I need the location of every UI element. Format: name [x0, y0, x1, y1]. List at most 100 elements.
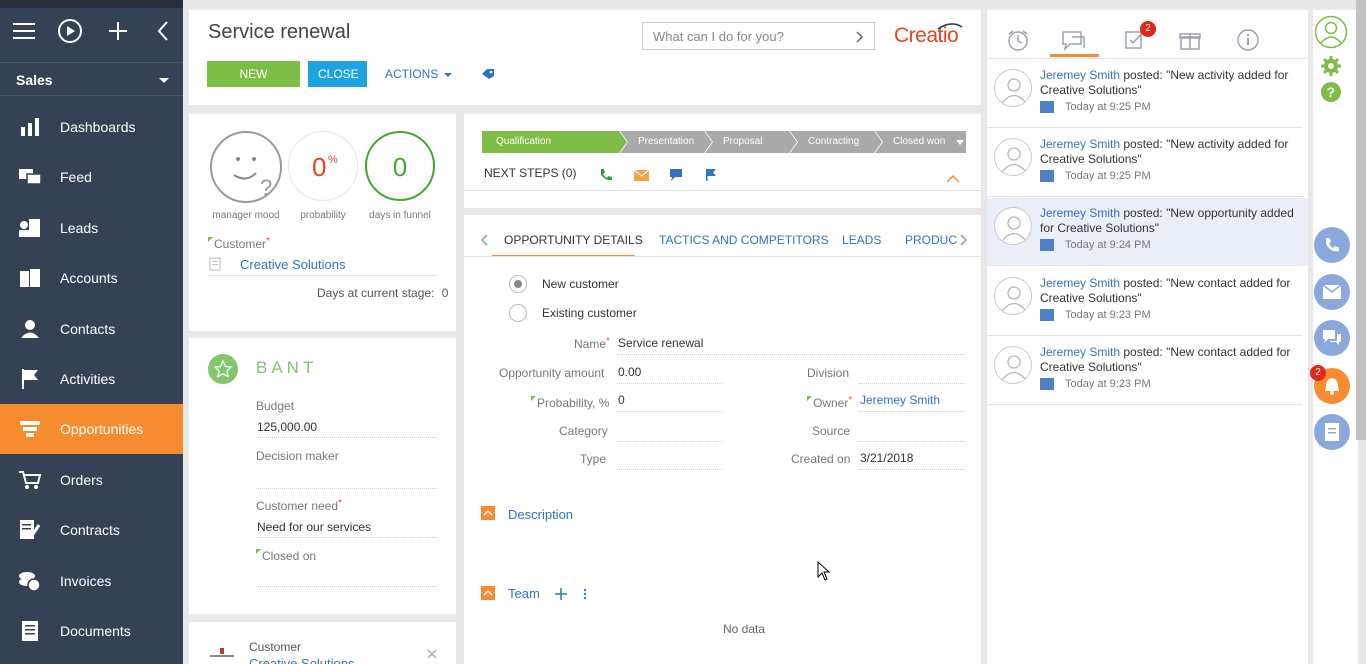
summary-card: ? manager mood 0 % probability 0 days in… — [189, 114, 456, 331]
decision-maker-field[interactable] — [256, 488, 437, 489]
probability-field-value[interactable]: 0 — [618, 393, 625, 407]
name-value[interactable]: Service renewal — [618, 336, 703, 350]
add-team-member-icon[interactable] — [555, 588, 567, 600]
call-icon[interactable] — [598, 167, 614, 183]
sidebar-item-contacts[interactable]: Contacts — [0, 304, 183, 354]
settings-gear-icon[interactable] — [1320, 55, 1342, 77]
sidebar-item-feed[interactable]: Feed — [0, 152, 183, 202]
tab-leads[interactable]: LEADS — [842, 233, 881, 247]
chat-panel-button[interactable] — [1314, 320, 1350, 356]
manager-mood-widget[interactable]: ? — [210, 131, 282, 203]
sidebar-item-dashboards[interactable]: Dashboards — [0, 102, 183, 152]
info-icon[interactable] — [1236, 29, 1260, 51]
reminders-icon[interactable] — [1006, 29, 1030, 51]
feed-item-author[interactable]: Jeremey Smith — [1040, 137, 1120, 151]
feed-item-author[interactable]: Jeremey Smith — [1040, 68, 1120, 82]
sidebar-item-activities[interactable]: Activities — [0, 354, 183, 404]
description-group[interactable]: Description — [508, 507, 573, 522]
sidebar-item-orders[interactable]: Orders — [0, 455, 183, 505]
feed-item[interactable]: Jeremey Smith posted: "New opportunity a… — [987, 198, 1308, 266]
feed-item[interactable]: Jeremey Smith posted: "New contact added… — [987, 268, 1308, 336]
stage-contracting[interactable]: Contracting — [794, 131, 878, 153]
owner-link[interactable]: Jeremey Smith — [860, 393, 940, 407]
actions-dropdown[interactable]: ACTIONS — [385, 67, 452, 81]
customer-need-value[interactable]: Need for our services — [257, 520, 371, 534]
documents-icon — [0, 620, 60, 642]
feed-item[interactable]: Jeremey Smith posted: "New activity adde… — [987, 129, 1308, 197]
sidebar-item-accounts[interactable]: Accounts — [0, 253, 183, 303]
document-panel-button[interactable] — [1314, 414, 1350, 450]
source-field[interactable] — [859, 441, 965, 442]
stage-proposal[interactable]: Proposal — [709, 131, 793, 153]
radio-selected-dot — [514, 280, 522, 288]
command-search[interactable]: What can I do for you? — [642, 22, 875, 50]
division-field[interactable] — [859, 383, 965, 384]
play-icon[interactable] — [57, 18, 83, 44]
tabs-scroll-left-icon[interactable] — [480, 234, 488, 246]
new-customer-radio[interactable] — [509, 275, 527, 293]
menu-icon[interactable] — [11, 18, 37, 44]
days-label: days in funnel — [369, 210, 431, 221]
category-field[interactable] — [617, 441, 722, 442]
comment-icon — [1040, 170, 1054, 182]
mini-customer-link[interactable]: Creative Solutions — [249, 656, 355, 664]
stage-closed-won[interactable]: Closed won — [879, 131, 957, 153]
svg-text:?: ? — [260, 175, 272, 200]
feed-item-author[interactable]: Jeremey Smith — [1040, 206, 1120, 220]
stage-presentation[interactable]: Presentation — [624, 131, 708, 153]
sidebar-item-contracts[interactable]: Contracts — [0, 505, 183, 555]
gift-icon[interactable] — [1179, 29, 1201, 51]
new-order-button[interactable]: NEW ORDER — [207, 61, 300, 107]
feed-item-author[interactable]: Jeremey Smith — [1040, 276, 1120, 290]
tag-icon[interactable] — [481, 68, 495, 80]
tab-products[interactable]: PRODUCTS — [905, 233, 957, 247]
sidebar-item-leads[interactable]: Leads — [0, 203, 183, 253]
existing-customer-radio[interactable] — [509, 304, 527, 322]
profile-icon[interactable] — [1314, 15, 1348, 49]
probability-field-label: Probability, % — [531, 396, 609, 410]
created-on-value[interactable]: 3/21/2018 — [860, 451, 913, 465]
sidebar-item-opportunities[interactable]: Opportunities — [0, 404, 183, 454]
workplace-selector[interactable]: Sales — [0, 62, 183, 96]
tab-tactics-and-competitors[interactable]: TACTICS AND COMPETITORS — [659, 233, 829, 247]
opportunity-amount-value[interactable]: 0.00 — [618, 365, 641, 379]
days-at-stage-value: 0 — [441, 286, 449, 300]
collapse-icon[interactable] — [150, 18, 176, 44]
email-panel-button[interactable] — [1314, 274, 1350, 310]
more-options-icon[interactable] — [582, 588, 588, 600]
collapse-description-icon[interactable] — [481, 506, 495, 520]
divider — [987, 265, 1302, 266]
close-button[interactable]: CLOSE — [308, 61, 367, 87]
next-steps-label[interactable]: NEXT STEPS (0) — [484, 166, 576, 180]
chevron-right-icon[interactable] — [856, 31, 864, 43]
feed-item[interactable]: Jeremey Smith posted: "New activity adde… — [987, 60, 1308, 128]
tab-opportunity-details[interactable]: OPPORTUNITY DETAILS — [504, 233, 643, 247]
sidebar-item-label: Invoices — [60, 573, 112, 589]
add-icon[interactable] — [105, 18, 131, 44]
call-panel-button[interactable] — [1314, 227, 1350, 263]
scrollbar-thumb[interactable] — [1356, 0, 1366, 440]
sidebar-item-invoices[interactable]: Invoices — [0, 556, 183, 606]
flag-icon[interactable] — [705, 168, 717, 182]
email-icon[interactable] — [634, 170, 649, 181]
collapse-team-icon[interactable] — [481, 586, 495, 600]
type-field[interactable] — [617, 469, 722, 470]
tabs-scroll-right-icon[interactable] — [960, 234, 968, 246]
opportunity-amount-label: Opportunity amount — [499, 366, 605, 380]
feed-tab-icon[interactable] — [1061, 29, 1087, 51]
page-header: Service renewal What can I do for you? C… — [189, 10, 981, 107]
chat-icon[interactable] — [669, 168, 683, 182]
closed-on-field[interactable] — [256, 586, 437, 587]
feed-item[interactable]: Jeremey Smith posted: "New contact added… — [987, 337, 1308, 405]
close-icon[interactable] — [427, 649, 437, 659]
stage-dropdown-icon[interactable] — [956, 140, 964, 145]
feed-item-author[interactable]: Jeremey Smith — [1040, 345, 1120, 359]
sidebar-item-documents[interactable]: Documents — [0, 606, 183, 656]
chevron-up-icon[interactable] — [946, 175, 960, 183]
help-icon[interactable]: ? — [1320, 81, 1342, 103]
budget-value[interactable]: 125,000.00 — [257, 420, 317, 434]
stage-qualification[interactable]: Qualification — [482, 131, 619, 153]
mini-customer-label: Customer — [249, 640, 302, 654]
customer-link[interactable]: Creative Solutions — [240, 257, 346, 272]
team-group[interactable]: Team — [508, 586, 540, 601]
